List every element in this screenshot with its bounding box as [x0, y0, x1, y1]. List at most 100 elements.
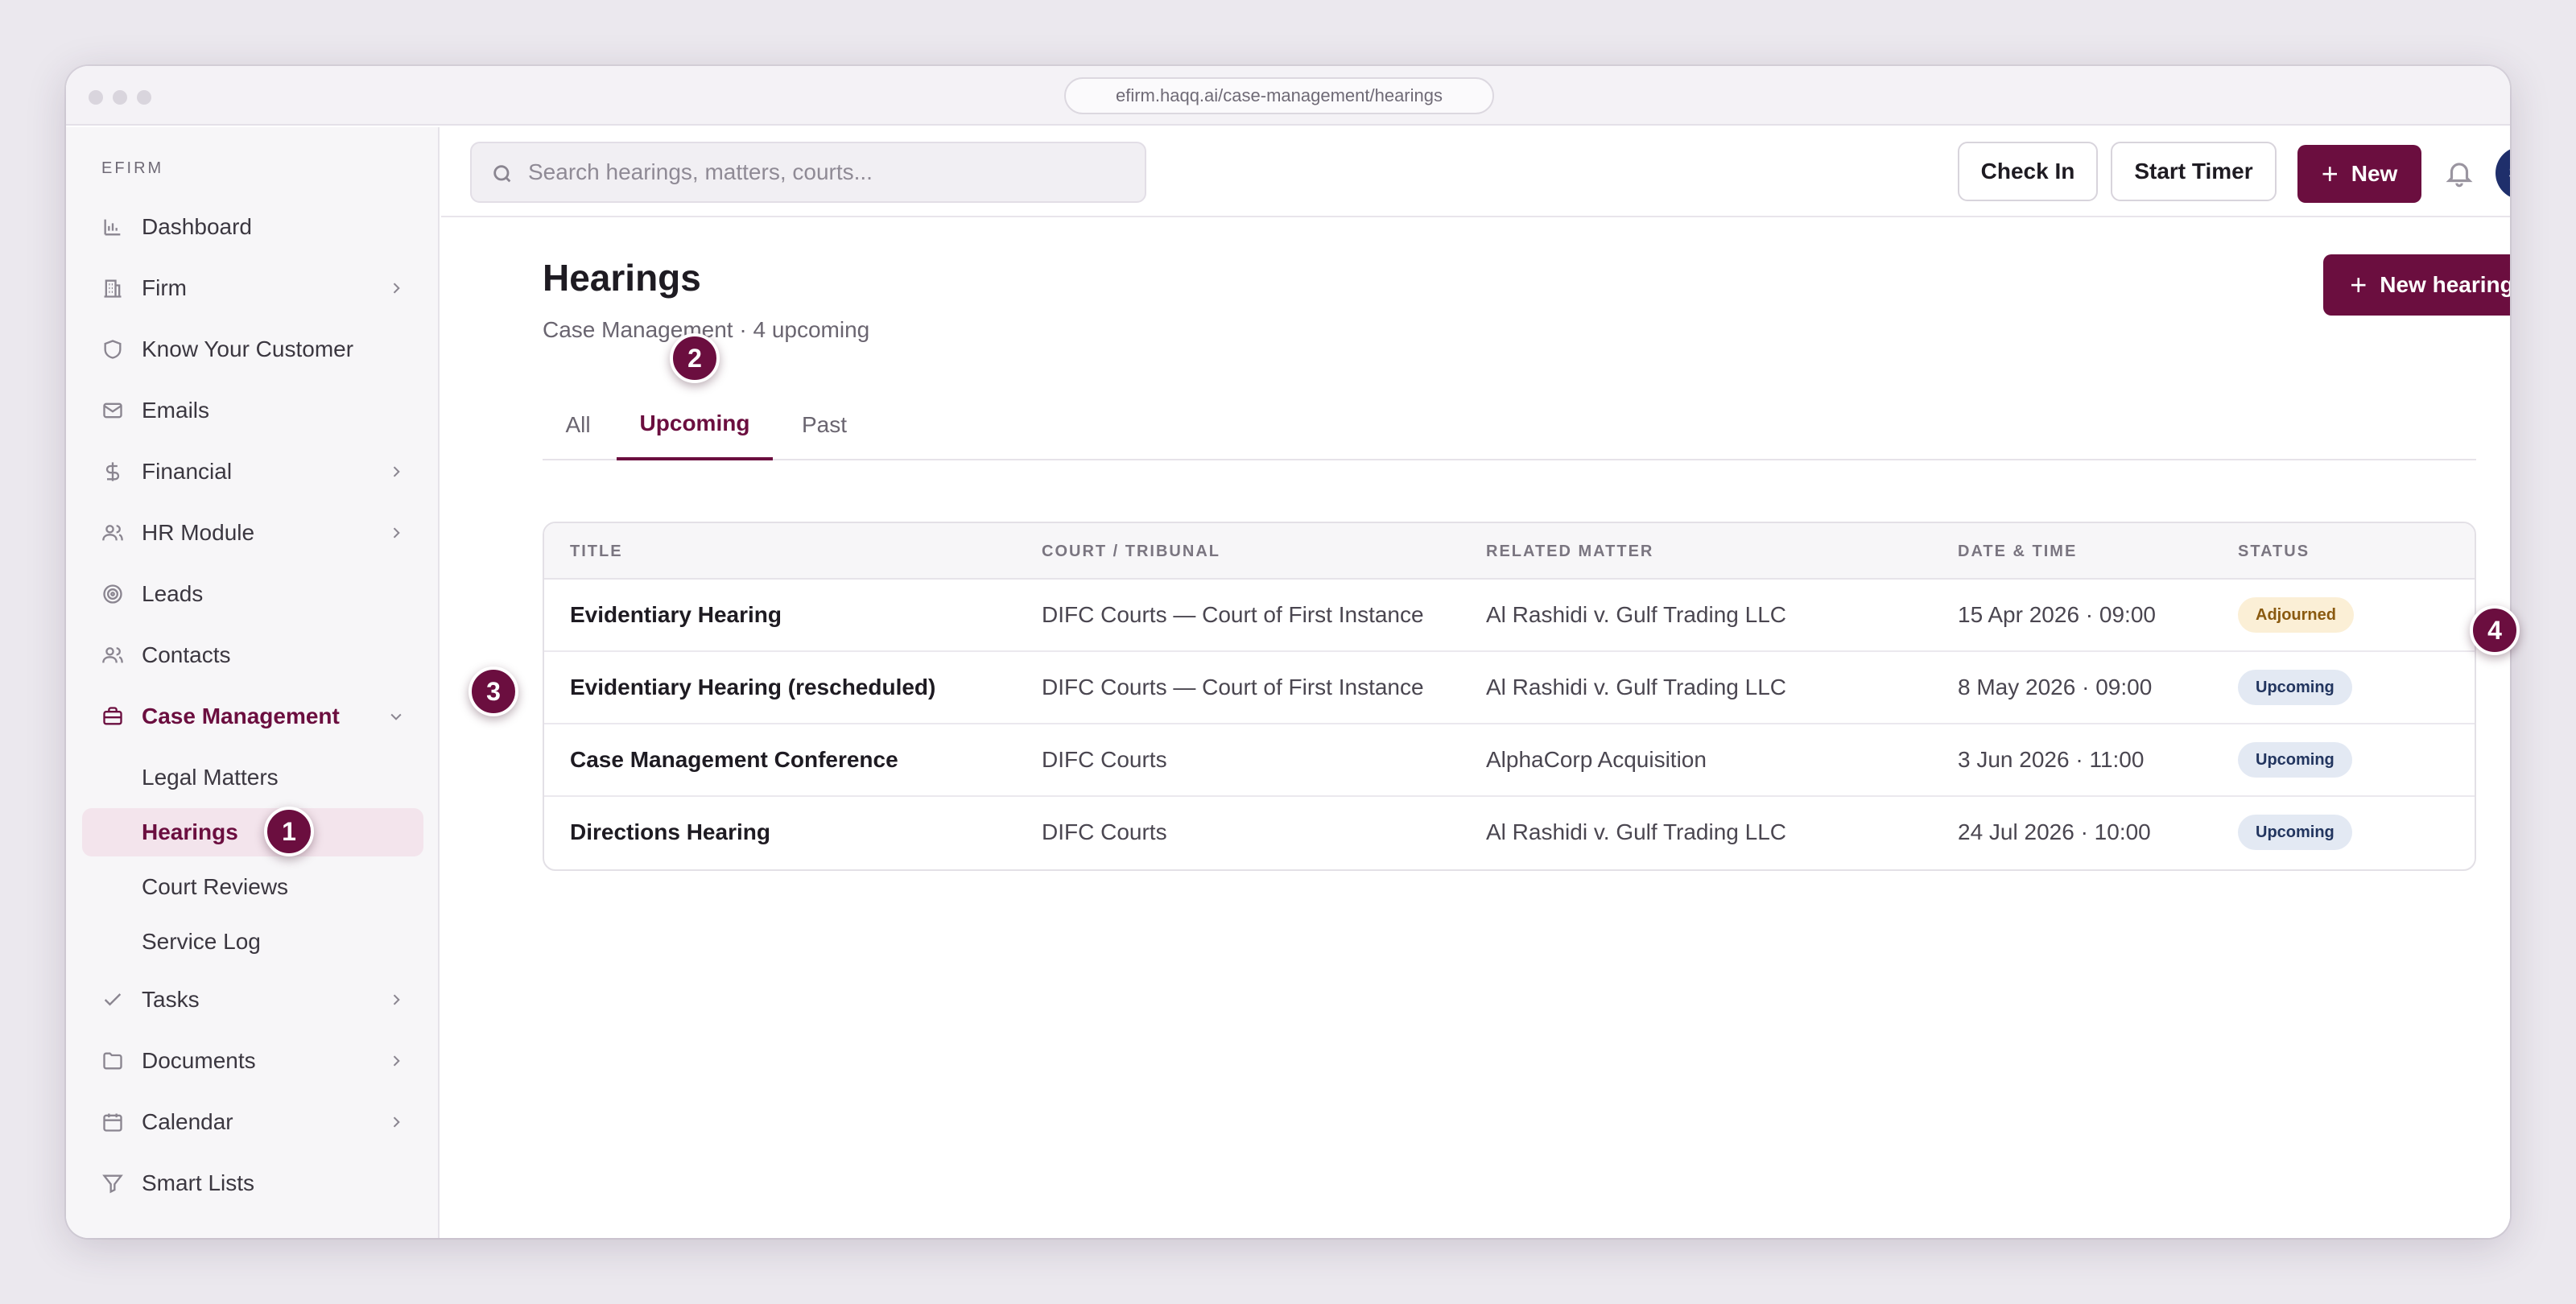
tab-all[interactable]: All	[543, 390, 613, 460]
hearing-title: Directions Hearing	[570, 819, 770, 844]
sidebar-item-leads[interactable]: Leads	[82, 568, 423, 620]
annotation-marker-4: 4	[2470, 605, 2520, 655]
sidebar-item-case-management[interactable]: Case Management	[82, 691, 423, 742]
sidebar-item-contacts[interactable]: Contacts	[82, 629, 423, 681]
window-maximize-dot[interactable]	[137, 90, 151, 105]
sidebar-item-label: Know Your Customer	[142, 336, 354, 361]
sidebar-item-label: Emails	[142, 398, 210, 423]
sidebar-item-label: Documents	[142, 1048, 256, 1073]
check-in-button[interactable]: Check In	[1958, 142, 2098, 201]
sidebar-item-label: Leads	[142, 581, 204, 606]
filter-icon	[101, 1172, 124, 1195]
new-button-label: New	[2351, 161, 2398, 186]
user-avatar[interactable]: SM	[2496, 146, 2510, 200]
sidebar-item-documents[interactable]: Documents	[82, 1035, 423, 1087]
tabs: All Upcoming Past	[543, 390, 2476, 460]
target-icon	[101, 583, 124, 605]
sidebar-item-firm[interactable]: Firm	[82, 262, 423, 314]
tab-past[interactable]: Past	[776, 390, 873, 460]
table-row[interactable]: Case Management Conference DIFC Courts A…	[544, 724, 2475, 797]
table-row[interactable]: Evidentiary Hearing DIFC Courts — Court …	[544, 580, 2475, 652]
window-close-dot[interactable]	[89, 90, 103, 105]
hearings-table: TITLE COURT / TRIBUNAL RELATED MATTER DA…	[543, 522, 2476, 871]
hearing-title: Evidentiary Hearing	[570, 602, 782, 627]
sidebar-item-label: HR Module	[142, 520, 255, 545]
chevron-right-icon	[388, 280, 404, 296]
table-row[interactable]: Directions Hearing DIFC Courts Al Rashid…	[544, 797, 2475, 869]
shield-icon	[101, 338, 124, 361]
sidebar-subitem-hearings[interactable]: Hearings	[82, 808, 423, 856]
calendar-icon	[101, 1111, 124, 1133]
main-content: Hearings Case Management · 4 upcoming + …	[441, 219, 2510, 1238]
chevron-right-icon	[388, 1114, 404, 1130]
hearing-court: DIFC Courts — Court of First Instance	[1042, 675, 1424, 699]
browser-titlebar: efirm.haqq.ai/case-management/hearings	[66, 66, 2510, 126]
hearing-matter: Al Rashidi v. Gulf Trading LLC	[1486, 675, 1786, 699]
app-window: efirm.haqq.ai/case-management/hearings E…	[66, 66, 2510, 1238]
hearing-title: Evidentiary Hearing (rescheduled)	[570, 675, 936, 699]
tab-upcoming[interactable]: Upcoming	[617, 390, 773, 460]
sidebar-item-label: Firm	[142, 275, 187, 300]
check-icon	[101, 988, 124, 1011]
notification-bell-icon[interactable]	[2444, 158, 2475, 188]
sidebar-item-financial[interactable]: Financial	[82, 446, 423, 497]
sidebar-subitem-label: Legal Matters	[142, 765, 279, 790]
column-header-title[interactable]: TITLE	[570, 543, 623, 561]
new-hearing-label: New hearing	[2380, 272, 2510, 297]
status-badge: Upcoming	[2238, 670, 2352, 705]
sidebar-item-tasks[interactable]: Tasks	[82, 974, 423, 1025]
hearing-title: Case Management Conference	[570, 747, 898, 772]
sidebar-subitem-service-log[interactable]: Service Log	[82, 918, 423, 966]
start-timer-button[interactable]: Start Timer	[2111, 142, 2277, 201]
sidebar-item-label: Contacts	[142, 642, 231, 667]
column-header-status[interactable]: STATUS	[2238, 543, 2310, 561]
hearing-matter: Al Rashidi v. Gulf Trading LLC	[1486, 602, 1786, 627]
sidebar-item-hr-module[interactable]: HR Module	[82, 507, 423, 559]
sidebar-item-kyc[interactable]: Know Your Customer	[82, 324, 423, 375]
sidebar-item-label: Smart Lists	[142, 1170, 255, 1195]
chevron-right-icon	[388, 525, 404, 541]
users-icon	[101, 522, 124, 544]
status-badge: Upcoming	[2238, 815, 2352, 850]
contacts-icon	[101, 644, 124, 666]
window-minimize-dot[interactable]	[113, 90, 127, 105]
chevron-right-icon	[388, 464, 404, 480]
url-bar[interactable]: efirm.haqq.ai/case-management/hearings	[1064, 77, 1494, 114]
sidebar-item-smart-lists[interactable]: Smart Lists	[82, 1158, 423, 1209]
search-box[interactable]	[470, 142, 1146, 203]
briefcase-icon	[101, 705, 124, 728]
top-bar: Check In Start Timer + New SM	[441, 127, 2510, 217]
bar-chart-icon	[101, 216, 124, 238]
sidebar-subitem-legal-matters[interactable]: Legal Matters	[82, 753, 423, 802]
hearing-matter: Al Rashidi v. Gulf Trading LLC	[1486, 819, 1786, 844]
new-hearing-button[interactable]: + New hearing	[2323, 254, 2510, 316]
hearing-datetime: 8 May 2026 · 09:00	[1958, 675, 2153, 699]
building-icon	[101, 277, 124, 299]
chevron-down-icon	[388, 708, 404, 724]
search-icon	[493, 165, 511, 183]
column-header-datetime[interactable]: DATE & TIME	[1958, 543, 2077, 561]
hearing-court: DIFC Courts	[1042, 747, 1167, 772]
sidebar-item-calendar[interactable]: Calendar	[82, 1096, 423, 1148]
hearing-matter: AlphaCorp Acquisition	[1486, 747, 1707, 772]
search-input[interactable]	[528, 143, 1124, 201]
column-header-matter[interactable]: RELATED MATTER	[1486, 543, 1653, 561]
table-row[interactable]: Evidentiary Hearing (rescheduled) DIFC C…	[544, 652, 2475, 724]
sidebar-item-dashboard[interactable]: Dashboard	[82, 201, 423, 253]
plus-icon: +	[2321, 157, 2339, 190]
hearing-datetime: 15 Apr 2026 · 09:00	[1958, 602, 2156, 627]
chevron-right-icon	[388, 992, 404, 1008]
hearing-datetime: 24 Jul 2026 · 10:00	[1958, 819, 2151, 844]
sidebar-item-emails[interactable]: Emails	[82, 385, 423, 436]
new-button[interactable]: + New	[2297, 145, 2421, 203]
sidebar: EFIRM Dashboard Firm Know Your Customer …	[66, 127, 440, 1238]
sidebar-item-label: Financial	[142, 459, 233, 484]
annotation-marker-1: 1	[264, 807, 314, 856]
sidebar-item-label: Calendar	[142, 1109, 233, 1134]
chevron-right-icon	[388, 1053, 404, 1069]
status-badge: Adjourned	[2238, 597, 2354, 633]
sidebar-subitem-court-reviews[interactable]: Court Reviews	[82, 863, 423, 911]
sidebar-item-label: Dashboard	[142, 214, 252, 239]
dollar-icon	[101, 460, 124, 483]
column-header-court[interactable]: COURT / TRIBUNAL	[1042, 543, 1220, 561]
